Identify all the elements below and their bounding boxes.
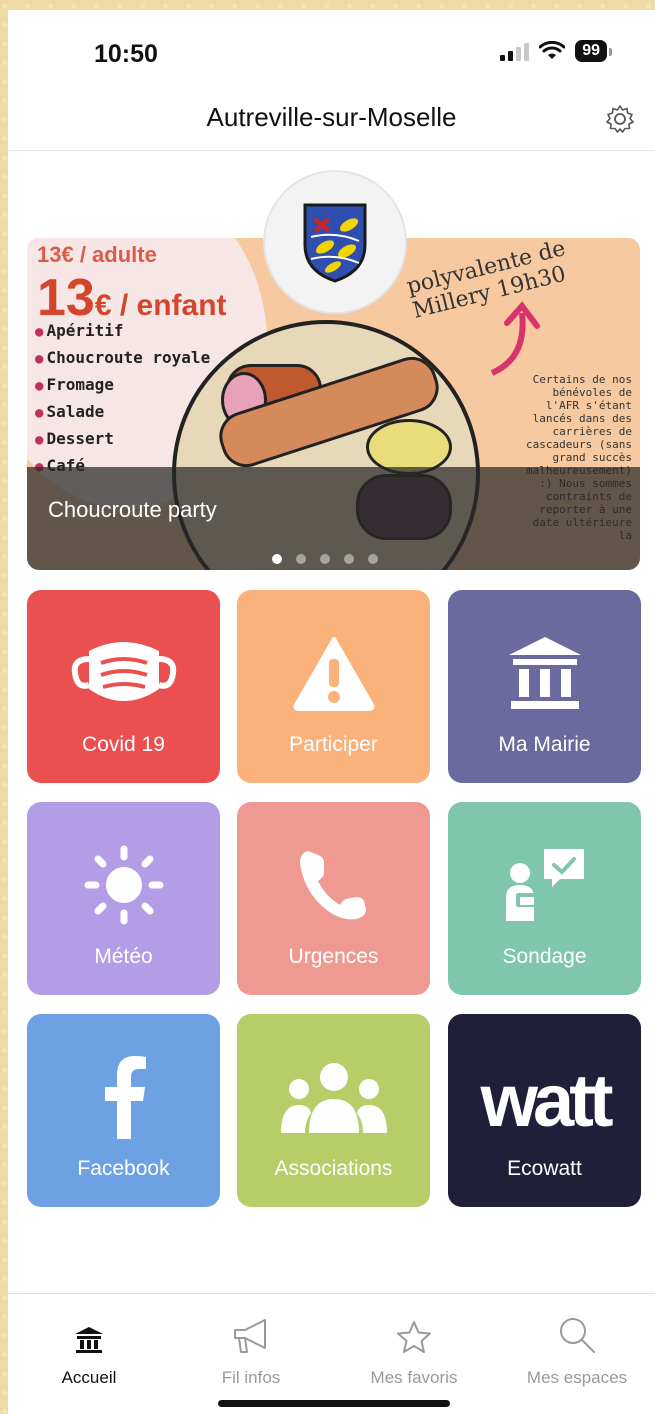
warning-icon (293, 636, 374, 711)
tile-sondage[interactable]: Sondage (448, 802, 641, 995)
settings-gear-icon[interactable] (605, 104, 635, 134)
tile-label: Sondage (502, 945, 587, 968)
survey-icon (505, 848, 584, 921)
cellular-signal-icon (500, 41, 530, 61)
group-icon (280, 1062, 387, 1133)
home-indicator[interactable] (218, 1400, 450, 1407)
battery-indicator: 99 (575, 40, 612, 62)
tile-facebook[interactable]: Facebook (27, 1014, 220, 1207)
tile-participer[interactable]: Participer (237, 590, 430, 783)
tile-label: Covid 19 (82, 733, 165, 756)
nav-label: Mes favoris (370, 1368, 458, 1387)
tile-label: Urgences (288, 945, 379, 968)
nav-label: Mes espaces (526, 1368, 628, 1387)
tile-associations[interactable]: Associations (237, 1014, 430, 1207)
app-screen: 10:50 99 Autreville-sur-Moselle 13€ / ad… (8, 10, 655, 1414)
search-icon (560, 1318, 595, 1353)
tile-ecowatt[interactable]: watt Ecowatt (448, 1014, 641, 1207)
nav-label: Fil infos (221, 1368, 281, 1387)
poster-price-adult: 13€ / adulte (37, 242, 157, 267)
banner-caption-overlay: Choucroute party (27, 467, 640, 570)
tile-urgences[interactable]: Urgences (237, 802, 430, 995)
carousel-dots (272, 554, 378, 564)
phone-icon (299, 850, 366, 919)
tile-label: Ecowatt (507, 1157, 582, 1180)
tile-label: Participer (289, 733, 378, 756)
nav-label: Accueil (61, 1368, 117, 1387)
watt-logo: watt (480, 1058, 614, 1142)
sun-icon (84, 845, 163, 924)
carousel-dot[interactable] (320, 554, 330, 564)
tile-meteo[interactable]: Météo (27, 802, 220, 995)
megaphone-icon (234, 1319, 266, 1353)
town-hall-icon (508, 636, 581, 709)
tile-label: Ma Mairie (498, 733, 591, 756)
banner-caption: Choucroute party (48, 497, 217, 522)
coat-of-arms-icon (303, 203, 367, 283)
mask-icon (71, 641, 176, 701)
carousel-dot[interactable] (296, 554, 306, 564)
star-icon (397, 1321, 431, 1353)
carousel-dot[interactable] (344, 554, 354, 564)
app-header: Autreville-sur-Moselle (8, 90, 655, 151)
tile-ma-mairie[interactable]: Ma Mairie (448, 590, 641, 783)
tile-label: Associations (274, 1157, 393, 1180)
page-title: Autreville-sur-Moselle (206, 102, 457, 132)
tile-label: Météo (94, 945, 153, 968)
status-icons: 99 (500, 40, 612, 62)
poster-menu-item: Apéritif (35, 318, 210, 345)
poster-menu-item: Fromage (35, 372, 210, 399)
bottom-navigation: Accueil Fil infos Mes favoris Mes espace… (8, 1293, 655, 1414)
nav-item-mes-espaces[interactable]: Mes espaces (497, 1294, 655, 1388)
wifi-icon (539, 41, 566, 59)
nav-item-accueil[interactable]: Accueil (9, 1294, 169, 1388)
poster-arrow-icon (490, 301, 540, 376)
town-logo (263, 170, 407, 314)
nav-item-mes-favoris[interactable]: Mes favoris (334, 1294, 494, 1388)
carousel-dot[interactable] (368, 554, 378, 564)
carousel-dot[interactable] (272, 554, 282, 564)
nav-item-fil-infos[interactable]: Fil infos (171, 1294, 331, 1388)
facebook-icon (104, 1055, 146, 1139)
town-hall-icon (75, 1327, 103, 1353)
tile-covid-19[interactable]: Covid 19 (27, 590, 220, 783)
tile-label: Facebook (77, 1157, 170, 1180)
status-time: 10:50 (94, 40, 158, 68)
poster-menu-item: Choucroute royale (35, 345, 210, 372)
